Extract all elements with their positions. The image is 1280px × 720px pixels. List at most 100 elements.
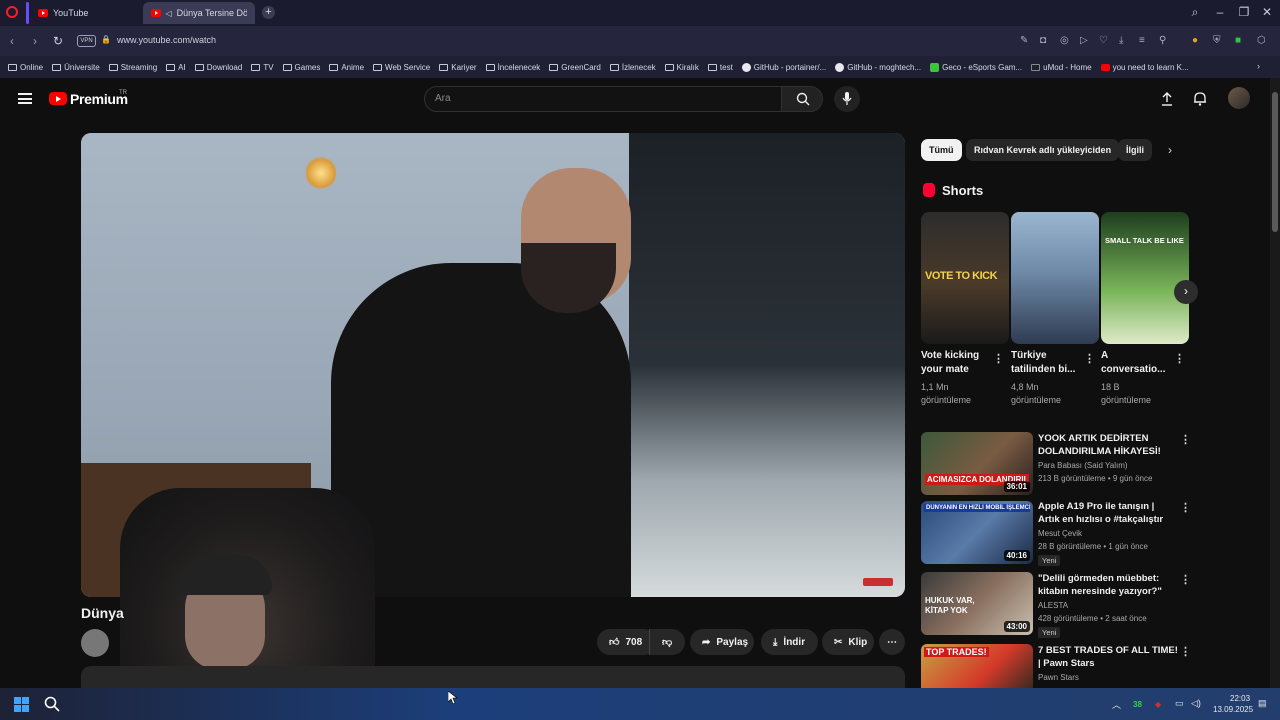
notification-center-icon[interactable]: ▤ xyxy=(1258,698,1267,709)
upload-icon[interactable] xyxy=(1161,92,1173,106)
short-title[interactable]: Vote kicking your mate xyxy=(921,349,991,377)
short-thumbnail[interactable]: VOTE TO KICK xyxy=(921,212,1009,344)
tab-youtube[interactable]: YouTube xyxy=(30,2,140,24)
extension-color-icon[interactable]: ● xyxy=(1192,35,1198,46)
vpn-badge[interactable]: VPN xyxy=(77,35,96,47)
bookmark-item[interactable]: Üniversite xyxy=(52,63,100,72)
download-button[interactable]: ⤓ İndir xyxy=(761,629,818,655)
video-menu-icon[interactable]: ⋮ xyxy=(1180,501,1191,514)
clip-button[interactable]: ✂ Klip xyxy=(822,629,874,655)
avatar[interactable] xyxy=(1228,87,1250,109)
video-menu-icon[interactable]: ⋮ xyxy=(1180,645,1191,658)
short-menu-icon[interactable]: ⋮ xyxy=(1174,352,1185,365)
more-actions-button[interactable]: ⋯ xyxy=(879,629,905,655)
play-icon[interactable]: ▷ xyxy=(1080,35,1088,46)
like-button[interactable]: 👍︎ 708 xyxy=(597,629,657,655)
short-menu-icon[interactable]: ⋮ xyxy=(1084,352,1095,365)
search-button[interactable] xyxy=(781,86,823,112)
video-thumbnail[interactable]: TOP TRADES! xyxy=(921,644,1033,688)
extension-green-icon[interactable]: ■ xyxy=(1235,35,1241,46)
tray-app-icon[interactable]: ◆ xyxy=(1155,700,1161,709)
bookmark-item[interactable]: İzlenecek xyxy=(609,63,656,72)
channel-name[interactable]: Pawn Stars xyxy=(1038,673,1079,682)
tab-current-video[interactable]: ◁ Dünya Tersine Dönse xyxy=(143,2,255,24)
video-menu-icon[interactable]: ⋮ xyxy=(1180,573,1191,586)
search-input[interactable]: Ara xyxy=(424,86,782,112)
bookmark-item[interactable]: test xyxy=(707,63,733,72)
chips-next-icon[interactable]: › xyxy=(1168,143,1172,157)
taskbar-search-icon[interactable] xyxy=(44,696,60,712)
video-title-link[interactable]: 7 BEST TRADES OF ALL TIME! | Pawn Stars xyxy=(1038,644,1178,670)
short-thumbnail[interactable] xyxy=(1011,212,1099,344)
short-title[interactable]: Türkiye tatilinden bi... xyxy=(1011,349,1081,377)
network-icon[interactable]: ▭ xyxy=(1175,698,1184,709)
clock-time[interactable]: 22:03 xyxy=(1230,694,1250,703)
video-thumbnail[interactable]: ACIMASIZCA DOLANDIRILDI 36:01 xyxy=(921,432,1033,495)
video-title-link[interactable]: Apple A19 Pro ile tanışın | Artık en hız… xyxy=(1038,500,1178,526)
channel-avatar[interactable] xyxy=(81,629,109,657)
share-button[interactable]: ➦ Paylaş xyxy=(690,629,754,655)
bookmark-item[interactable]: Anime xyxy=(329,63,364,72)
edit-icon[interactable]: ✎ xyxy=(1020,35,1028,46)
speaker-icon[interactable]: ◁) xyxy=(1191,698,1201,709)
forward-button[interactable]: › xyxy=(33,34,37,48)
bookmark-item[interactable]: Geco - eSports Gam... xyxy=(930,62,1022,72)
back-button[interactable]: ‹ xyxy=(10,34,14,48)
bookmark-item[interactable]: Download xyxy=(194,63,242,72)
channel-name[interactable]: Para Babası (Said Yalım) xyxy=(1038,461,1128,470)
tray-overflow-icon[interactable]: ︿ xyxy=(1112,698,1121,711)
close-window-button[interactable]: ✕ xyxy=(1259,5,1275,19)
bookmark-item[interactable]: GitHub - moghtech... xyxy=(835,62,921,72)
short-thumbnail[interactable]: SMALL TALK BE LIKE xyxy=(1101,212,1189,344)
reload-button[interactable]: ↻ xyxy=(53,34,63,48)
opera-logo-icon[interactable] xyxy=(6,6,18,18)
shield-icon[interactable]: ◎ xyxy=(1060,35,1069,46)
bookmarks-overflow-icon[interactable]: › xyxy=(1257,61,1260,71)
video-title-link[interactable]: "Delili görmeden müebbet: kitabın neresi… xyxy=(1038,572,1178,598)
bookmark-item[interactable]: Games xyxy=(282,63,320,72)
menu-icon[interactable] xyxy=(18,93,32,104)
video-thumbnail[interactable]: DÜNYANIN EN HIZLI MOBİL İŞLEMCİSİ 40:16 xyxy=(921,501,1033,564)
extension-shield-icon[interactable]: ⛨ xyxy=(1213,35,1221,46)
video-thumbnail[interactable]: HUKUK VAR, KİTAP YOK 43:00 xyxy=(921,572,1033,635)
download-icon[interactable]: ⤓ xyxy=(1119,35,1123,46)
bookmark-item[interactable]: İncelenecek xyxy=(485,63,540,72)
dislike-button[interactable]: 👎︎ xyxy=(649,629,685,655)
bookmark-item[interactable]: TV xyxy=(251,63,274,72)
bookmark-item[interactable]: GitHub - portainer/... xyxy=(741,62,826,72)
new-tab-button[interactable]: + xyxy=(262,6,275,19)
bookmark-item[interactable]: Kiralık xyxy=(664,63,699,72)
youtube-logo-icon[interactable] xyxy=(49,92,67,105)
bookmark-item[interactable]: Web Service xyxy=(373,63,430,72)
chip-uploader[interactable]: Rıdvan Kevrek adlı yükleyiciden xyxy=(966,139,1120,161)
voice-search-button[interactable] xyxy=(834,86,860,112)
short-title[interactable]: A conversatio... xyxy=(1101,349,1171,377)
chip-related[interactable]: İlgili xyxy=(1118,139,1152,161)
scrollbar-thumb[interactable] xyxy=(1272,92,1278,232)
restore-button[interactable]: ❐ xyxy=(1236,5,1252,19)
bookmark-item[interactable]: Streaming xyxy=(108,63,157,72)
extension-puzzle-icon[interactable]: ⬡ xyxy=(1257,35,1266,46)
heart-icon[interactable]: ♡ xyxy=(1099,35,1108,46)
bookmark-item[interactable]: AI xyxy=(166,63,186,72)
list-icon[interactable]: ≡ xyxy=(1139,35,1145,46)
video-menu-icon[interactable]: ⋮ xyxy=(1180,433,1191,446)
clock-date[interactable]: 13.09.2025 xyxy=(1213,705,1253,714)
tray-number[interactable]: 38 xyxy=(1133,700,1142,709)
notifications-bell-icon[interactable] xyxy=(1193,91,1207,106)
channel-name[interactable]: Mesut Çevik xyxy=(1038,529,1082,538)
bookmark-item[interactable]: Kariyer xyxy=(439,63,477,72)
shorts-next-button[interactable]: › xyxy=(1174,280,1198,304)
bookmark-item[interactable]: Online xyxy=(8,63,43,72)
windows-start-icon[interactable] xyxy=(14,697,29,712)
lock-icon[interactable]: 🔒 xyxy=(101,35,111,44)
chip-all[interactable]: Tümü xyxy=(921,139,962,161)
url-field[interactable]: www.youtube.com/watch xyxy=(117,35,216,45)
search-tabs-icon[interactable]: ⌕ xyxy=(1187,5,1203,20)
channel-name[interactable]: ALESTA xyxy=(1038,601,1068,610)
bookmark-item[interactable]: GreenCard xyxy=(549,63,601,72)
camera-icon[interactable]: ◘ xyxy=(1040,35,1046,46)
short-menu-icon[interactable]: ⋮ xyxy=(993,352,1004,365)
bookmark-item[interactable]: uMod - Home xyxy=(1031,63,1092,72)
video-title-link[interactable]: YOOK ARTIK DEDİRTEN DOLANDIRILMA HİKAYES… xyxy=(1038,432,1178,458)
